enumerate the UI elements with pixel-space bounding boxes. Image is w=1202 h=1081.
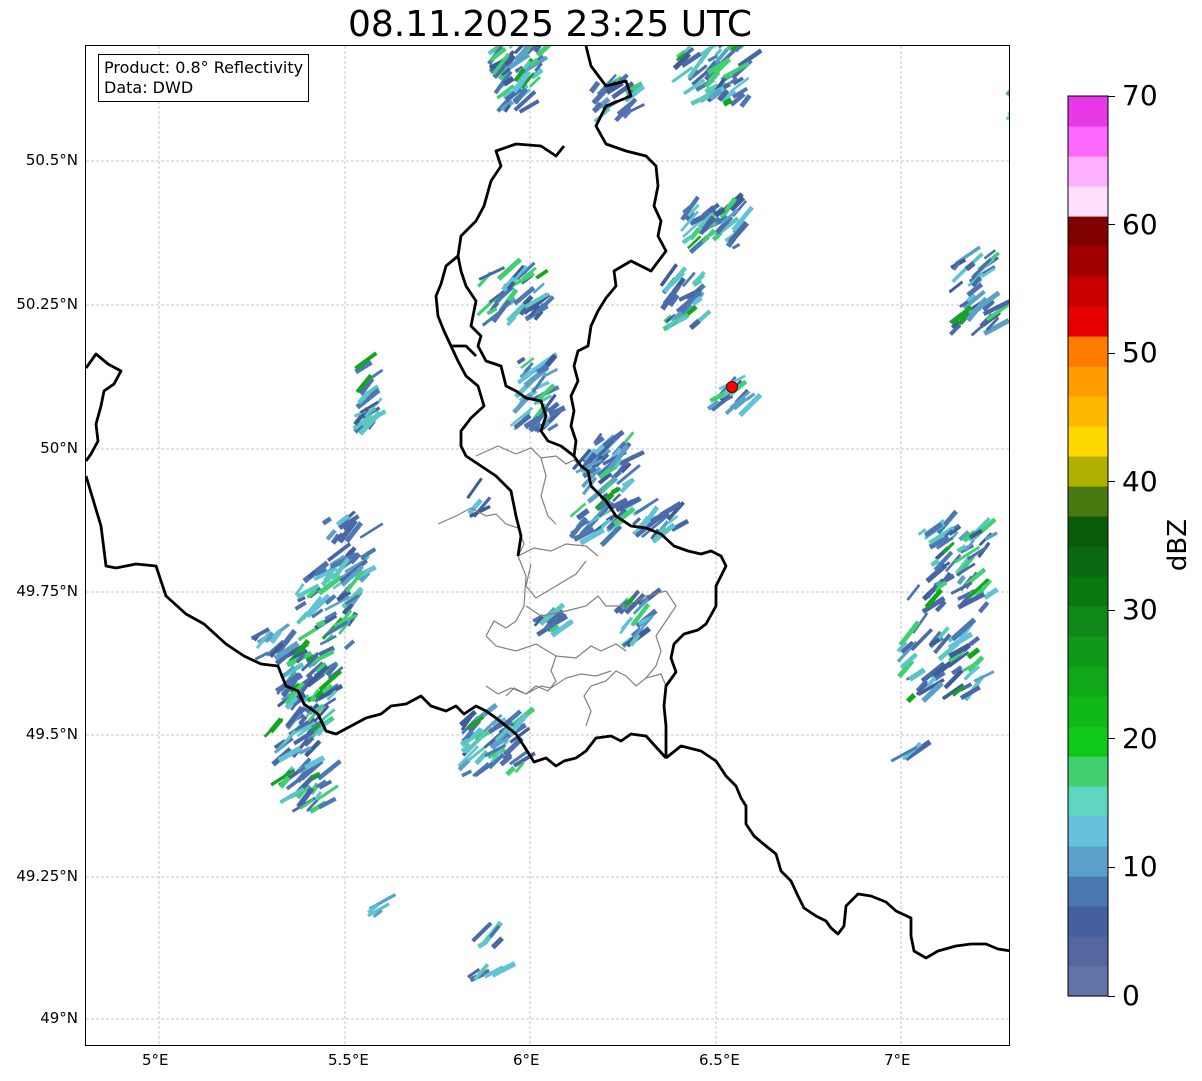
x-tick-label: 5.5°E <box>328 1051 369 1069</box>
colorbar-segment <box>1068 456 1108 487</box>
colorbar-segment <box>1068 276 1108 307</box>
colorbar-segment <box>1068 516 1108 547</box>
radar-echo-pixel <box>516 356 526 365</box>
colorbar-label: dBZ <box>1163 518 1194 572</box>
colorbar <box>1067 95 1109 997</box>
y-tick-label: 50°N <box>40 439 78 457</box>
radar-echo-pixel <box>906 583 921 601</box>
radar-echo-pixel <box>737 48 763 68</box>
x-tick-label: 7°E <box>884 1051 911 1069</box>
product-legend: Product: 0.8° Reflectivity Data: DWD <box>98 54 310 102</box>
colorbar-segment <box>1068 756 1108 787</box>
colorbar-segment <box>1068 636 1108 667</box>
y-tick-label: 50.25°N <box>16 295 78 313</box>
radar-echo-pixel <box>321 516 332 526</box>
radar-echo-pixel <box>983 587 999 600</box>
x-tick-label: 6°E <box>513 1051 540 1069</box>
colorbar-tick-label: 40 <box>1122 464 1158 498</box>
radar-echo-pixel <box>977 601 990 614</box>
y-tick-label: 49.25°N <box>16 867 78 885</box>
radar-echo-pixel <box>472 762 490 778</box>
radar-echo-pixel <box>948 280 964 294</box>
colorbar-segment <box>1068 126 1108 157</box>
colorbar-segment <box>1068 426 1108 457</box>
radar-echo-pixel <box>319 634 337 646</box>
radar-figure: 08.11.2025 23:25 UTC Product: 0.8° Refle… <box>0 0 1202 1081</box>
colorbar-segment <box>1068 306 1108 337</box>
colorbar-tick-mark <box>1108 352 1115 354</box>
colorbar-segment <box>1068 186 1108 217</box>
colorbar-segment <box>1068 246 1108 277</box>
colorbar-tick-mark <box>1108 866 1115 868</box>
radar-echo-pixel <box>296 611 310 625</box>
map-panel[interactable] <box>85 45 1010 1046</box>
radar-site-marker[interactable] <box>726 381 738 393</box>
radar-echo-pixel <box>1008 88 1009 110</box>
colorbar-segment <box>1068 786 1108 817</box>
colorbar-segment <box>1068 576 1108 607</box>
radar-echo-pixel <box>505 765 516 777</box>
radar-echo-pixel <box>1005 110 1009 121</box>
colorbar-segment <box>1068 216 1108 247</box>
colorbar-tick-mark <box>1108 609 1115 611</box>
radar-echo-pixel <box>359 522 384 539</box>
colorbar-tick-label: 60 <box>1122 207 1158 241</box>
colorbar-segment <box>1068 726 1108 757</box>
radar-echo-pixel <box>984 531 998 541</box>
colorbar-segment <box>1068 876 1108 907</box>
radar-echo-pixel <box>466 477 483 500</box>
legend-product: Product: 0.8° Reflectivity <box>104 58 304 77</box>
colorbar-segment <box>1068 546 1108 577</box>
y-tick-label: 49.75°N <box>16 582 78 600</box>
figure-title: 08.11.2025 23:25 UTC <box>347 4 753 45</box>
radar-echo-pixel <box>535 268 549 280</box>
colorbar-segment <box>1068 366 1108 397</box>
colorbar-tick-label: 0 <box>1122 979 1140 1012</box>
colorbar-segment <box>1068 966 1108 997</box>
map-canvas <box>86 46 1009 1045</box>
radar-echo-pixel <box>343 639 356 651</box>
colorbar-tick-mark <box>1108 224 1115 226</box>
colorbar-segment <box>1068 156 1108 187</box>
colorbar-segment <box>1068 846 1108 877</box>
colorbar-segment <box>1068 696 1108 727</box>
colorbar-segment <box>1068 96 1108 127</box>
colorbar-segment <box>1068 936 1108 967</box>
x-tick-label: 5°E <box>142 1051 169 1069</box>
radar-echo-pixel <box>532 282 545 294</box>
radar-echo-pixel <box>1005 73 1009 98</box>
colorbar-segment <box>1068 816 1108 847</box>
legend-source: Data: DWD <box>104 78 194 97</box>
colorbar-segment <box>1068 906 1108 937</box>
y-tick-label: 49°N <box>40 1009 78 1027</box>
radar-echo-pixel <box>254 651 269 661</box>
colorbar-tick-label: 10 <box>1122 850 1158 884</box>
colorbar-segment <box>1068 486 1108 517</box>
national-borders <box>86 46 1009 960</box>
radar-echo-pixel <box>1007 104 1009 116</box>
radar-echoes <box>250 46 1009 983</box>
y-tick-label: 50.5°N <box>25 151 78 169</box>
colorbar-tick-label: 30 <box>1122 593 1158 627</box>
colorbar-tick-mark <box>1108 738 1115 740</box>
colorbar-tick-mark <box>1108 95 1115 97</box>
colorbar-segment <box>1068 606 1108 637</box>
x-tick-label: 6.5°E <box>699 1051 740 1069</box>
radar-echo-pixel <box>294 600 307 611</box>
radar-echo-pixel <box>297 627 317 642</box>
radar-echo-pixel <box>905 692 917 704</box>
radar-echo-pixel <box>632 517 642 526</box>
colorbar-tick-mark <box>1108 995 1115 997</box>
radar-echo-pixel <box>490 936 504 950</box>
colorbar-segment <box>1068 336 1108 367</box>
y-tick-label: 49.5°N <box>25 725 78 743</box>
colorbar-tick-label: 20 <box>1122 721 1158 755</box>
colorbar-tick-label: 50 <box>1122 336 1158 370</box>
radar-echo-pixel <box>973 670 995 683</box>
colorbar-segment <box>1068 396 1108 427</box>
colorbar-segment <box>1068 666 1108 697</box>
colorbar-tick-mark <box>1108 481 1115 483</box>
radar-echo-pixel <box>461 769 473 778</box>
colorbar-tick-label: 70 <box>1122 79 1158 112</box>
